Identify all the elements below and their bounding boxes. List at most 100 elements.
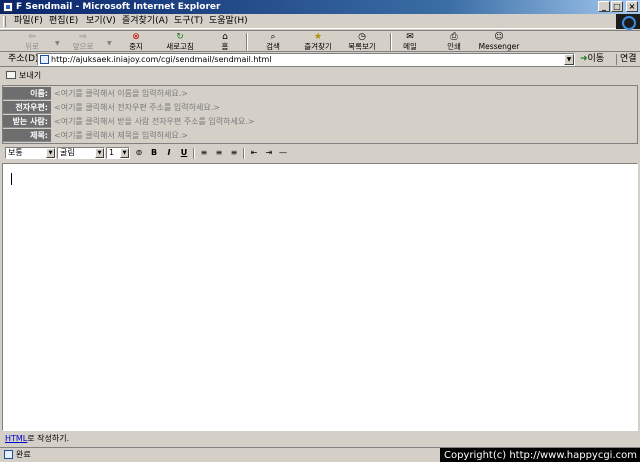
forward-dropdown-icon[interactable]: ▼ — [107, 40, 112, 47]
menubar-grip — [3, 16, 6, 27]
address-label: 주소(D) — [8, 54, 39, 64]
toolbar-separator — [246, 33, 248, 51]
menu-bar: 파일(F) 편집(E) 보기(V) 즐겨찾기(A) 도구(T) 도움말(H) — [0, 14, 640, 29]
favorites-label: 즐겨찾기 — [304, 42, 332, 51]
links-button[interactable]: 연결 — [616, 54, 637, 65]
recipient-field[interactable]: <여기를 클릭해서 받을 사람 전자우편 주소를 입력하세요.> — [54, 116, 634, 127]
favorites-icon: ★ — [313, 32, 323, 42]
message-editor[interactable] — [2, 163, 638, 431]
mail-header-form: 이름: <여기를 클릭해서 이름을 입력하세요.> 전자우편: <여기를 클릭해… — [2, 85, 638, 144]
history-label: 목록보기 — [348, 42, 376, 51]
bold-button[interactable]: B — [148, 147, 160, 159]
font-color-button[interactable]: ⊚ — [133, 147, 145, 159]
maximize-button[interactable]: □ — [611, 1, 623, 12]
search-icon: ⌕ — [270, 32, 276, 42]
menu-edit[interactable]: 편집(E) — [49, 16, 78, 27]
forward-label: 앞으로 — [72, 42, 94, 51]
menu-file[interactable]: 파일(F) — [14, 16, 43, 27]
send-bar: 보내기 — [2, 69, 638, 83]
history-icon: ◷ — [358, 32, 366, 42]
format-toolbar: 보통 ▼ 굴림 ▼ 1 ▼ ⊚ B I U ≡ ≡ ≡ ⇤ ⇥ — — [2, 146, 638, 161]
standard-toolbar: ⇦ 뒤로 ▼ ⇨ 앞으로 ▼ ⊗ 중지 ↻ 새로고침 ⌂ 홈 ⌕ 검색 ★ 즐겨… — [0, 30, 640, 52]
outdent-button[interactable]: ⇤ — [248, 147, 260, 159]
address-input[interactable]: http://ajuksaek.iniajoy.com/cgi/sendmail… — [37, 53, 575, 66]
address-dropdown-button[interactable]: ▼ — [564, 54, 574, 65]
align-left-button[interactable]: ≡ — [198, 147, 210, 159]
email-row: 전자우편: <여기를 클릭해서 전자우편 주소를 입력하세요.> — [3, 101, 639, 114]
name-row: 이름: <여기를 클릭해서 이름을 입력하세요.> — [3, 87, 639, 100]
align-right-button[interactable]: ≡ — [228, 147, 240, 159]
html-mode-link[interactable]: HTML — [5, 434, 27, 443]
home-button[interactable]: ⌂ 홈 — [216, 32, 234, 51]
font-size-value: 1 — [109, 148, 115, 157]
messenger-button[interactable]: ☺ Messenger — [476, 32, 522, 51]
menu-view[interactable]: 보기(V) — [86, 16, 116, 27]
address-bar: 주소(D) http://ajuksaek.iniajoy.com/cgi/se… — [0, 53, 640, 67]
back-button[interactable]: ⇦ 뒤로 — [18, 32, 46, 51]
subject-row: 제목: <여기를 클릭해서 제목을 입력하세요.> — [3, 129, 639, 142]
back-arrow-icon: ⇦ — [28, 32, 36, 42]
send-button[interactable]: 보내기 — [6, 70, 41, 81]
text-caret — [11, 173, 12, 185]
subject-field[interactable]: <여기를 클릭해서 제목을 입력하세요.> — [54, 130, 634, 141]
paragraph-style-select[interactable]: 보통 ▼ — [5, 147, 56, 159]
horizontal-rule-button[interactable]: — — [277, 147, 289, 159]
stop-button[interactable]: ⊗ 중지 — [124, 32, 148, 51]
chevron-down-icon: ▼ — [95, 148, 104, 158]
refresh-label: 새로고침 — [166, 42, 194, 51]
name-field[interactable]: <여기를 클릭해서 이름을 입력하세요.> — [54, 88, 634, 99]
home-label: 홈 — [221, 42, 229, 51]
history-button[interactable]: ◷ 목록보기 — [344, 32, 380, 51]
home-icon: ⌂ — [222, 32, 228, 42]
envelope-icon — [6, 71, 16, 79]
send-label: 보내기 — [19, 71, 42, 80]
refresh-button[interactable]: ↻ 새로고침 — [162, 32, 198, 51]
paragraph-style-value: 보통 — [8, 148, 23, 157]
mail-button[interactable]: ✉ 메일 — [400, 32, 420, 51]
search-button[interactable]: ⌕ 검색 — [262, 32, 284, 51]
forward-arrow-icon: ⇨ — [79, 32, 87, 42]
align-center-button[interactable]: ≡ — [213, 147, 225, 159]
go-button[interactable]: ➜이동 — [580, 54, 604, 65]
html-mode-bar: HTML로 작성하기. — [2, 433, 638, 445]
underline-button[interactable]: U — [178, 147, 190, 159]
go-arrow-icon: ➜ — [580, 54, 588, 64]
favorites-button[interactable]: ★ 즐겨찾기 — [300, 32, 336, 51]
minimize-button[interactable]: _ — [598, 1, 610, 12]
mail-icon: ✉ — [406, 32, 414, 42]
ie-page-icon — [3, 2, 13, 12]
forward-button[interactable]: ⇨ 앞으로 — [68, 32, 98, 51]
email-label: 전자우편: — [3, 101, 51, 114]
refresh-icon: ↻ — [176, 32, 184, 42]
back-label: 뒤로 — [25, 42, 39, 51]
name-label: 이름: — [3, 87, 51, 100]
search-label: 검색 — [266, 42, 280, 51]
page-icon — [40, 55, 49, 64]
messenger-label: Messenger — [478, 42, 520, 51]
menu-favorites[interactable]: 즐겨찾기(A) — [122, 16, 168, 27]
font-size-select[interactable]: 1 ▼ — [106, 147, 130, 159]
format-separator — [243, 148, 245, 159]
email-field[interactable]: <여기를 클릭해서 전자우편 주소를 입력하세요.> — [54, 102, 634, 113]
messenger-icon: ☺ — [494, 32, 504, 42]
subject-label: 제목: — [3, 129, 51, 142]
copyright-watermark: Copyright(c) http://www.happycgi.com — [439, 448, 640, 462]
window-controls: _ □ × — [598, 1, 638, 12]
menu-tools[interactable]: 도구(T) — [174, 16, 203, 27]
stop-icon: ⊗ — [132, 32, 140, 42]
close-button[interactable]: × — [626, 1, 638, 12]
print-icon: ⎙ — [450, 32, 458, 42]
back-dropdown-icon[interactable]: ▼ — [55, 40, 60, 47]
mail-label: 메일 — [403, 42, 417, 51]
recipient-row: 받는 사람: <여기를 클릭해서 받을 사람 전자우편 주소를 입력하세요.> — [3, 115, 639, 128]
italic-button[interactable]: I — [163, 147, 175, 159]
format-separator — [193, 148, 195, 159]
indent-button[interactable]: ⇥ — [263, 147, 275, 159]
menu-help[interactable]: 도움말(H) — [209, 16, 248, 27]
ie-throbber-logo — [616, 14, 640, 30]
print-button[interactable]: ⎙ 인쇄 — [444, 32, 464, 51]
status-text: 완료 — [16, 450, 31, 459]
window-title: F Sendmail - Microsoft Internet Explorer — [16, 2, 221, 12]
chevron-down-icon: ▼ — [46, 148, 55, 158]
font-select[interactable]: 굴림 ▼ — [57, 147, 105, 159]
